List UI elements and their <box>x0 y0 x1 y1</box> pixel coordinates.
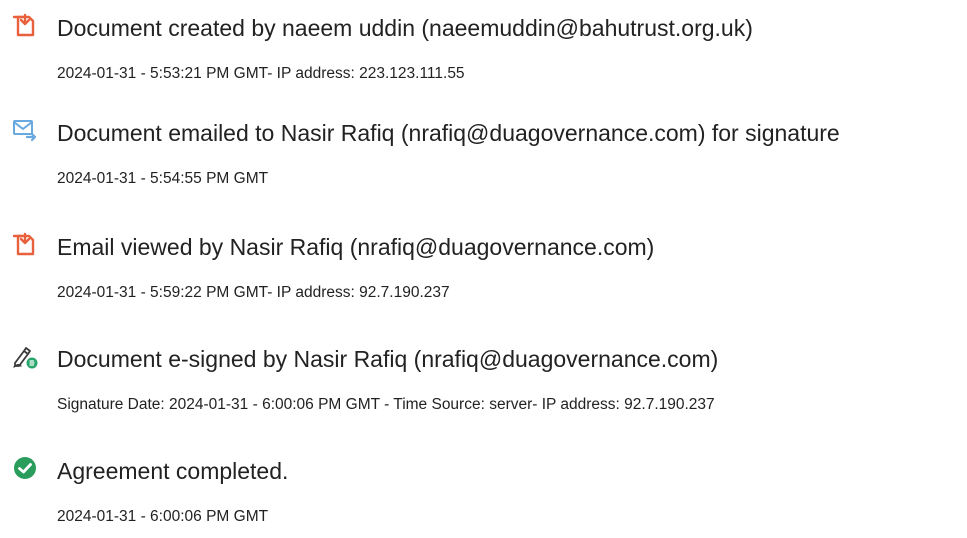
event-timestamp: 2024-01-31 - 5:53:21 PM GMT- IP address:… <box>57 65 465 82</box>
event-title: Email viewed by Nasir Rafiq (nrafiq@duag… <box>57 234 655 260</box>
event-timestamp: 2024-01-31 - 5:54:55 PM GMT <box>57 170 269 187</box>
event-timestamp: Signature Date: 2024-01-31 - 6:00:06 PM … <box>57 396 715 413</box>
event-title: Agreement completed. <box>57 458 289 484</box>
document-created-icon <box>12 13 35 37</box>
event-title: Document e-signed by Nasir Rafiq (nrafiq… <box>57 346 719 372</box>
email-sent-icon <box>13 120 37 142</box>
event-title: Document created by naeem uddin (naeemud… <box>57 15 753 41</box>
e-sign-pen-icon <box>13 347 38 369</box>
event-timestamp: 2024-01-31 - 6:00:06 PM GMT <box>57 508 269 525</box>
check-circle-icon <box>14 457 36 479</box>
event-timestamp: 2024-01-31 - 5:59:22 PM GMT- IP address:… <box>57 284 450 301</box>
document-viewed-icon <box>12 232 35 256</box>
event-title: Document emailed to Nasir Rafiq (nrafiq@… <box>57 120 840 146</box>
